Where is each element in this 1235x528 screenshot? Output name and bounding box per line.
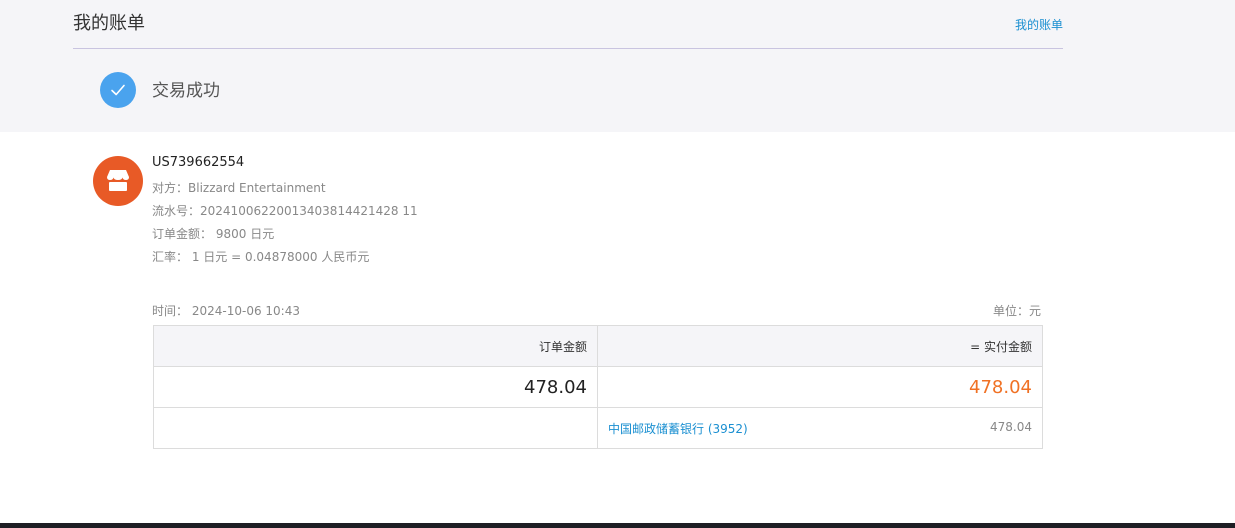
col-order-amount-header: 订单金额 bbox=[153, 325, 598, 367]
rate-value: 1 日元 = 0.04878000 人民币元 bbox=[191, 250, 370, 264]
order-amount-label: 订单金额： bbox=[152, 227, 213, 241]
bank-name-link[interactable]: 中国邮政储蓄银行 (3952) bbox=[608, 422, 748, 436]
order-amount-cell: 478.04 bbox=[153, 366, 598, 408]
page-title: 我的账单 bbox=[73, 13, 145, 34]
order-id: US739662554 bbox=[152, 155, 245, 170]
rate-line: 汇率： 1 日元 = 0.04878000 人民币元 bbox=[152, 249, 369, 265]
bill-table: 订单金额 = 实付金额 478.04 478.04 中国邮政储蓄银行 (3952… bbox=[153, 325, 1043, 449]
col-paid-amount-header: = 实付金额 bbox=[597, 325, 1043, 367]
my-bill-link[interactable]: 我的账单 bbox=[1015, 17, 1063, 33]
rate-label: 汇率： bbox=[152, 250, 189, 264]
counterparty-label: 对方： bbox=[152, 181, 189, 195]
time-line: 时间： 2024-10-06 10:43 bbox=[152, 303, 300, 319]
order-amount-line: 订单金额： 9800 日元 bbox=[152, 226, 274, 242]
bank-amount: 478.04 bbox=[990, 419, 1032, 434]
table-amount-row: 478.04 478.04 bbox=[153, 366, 1043, 408]
counterparty-value: Blizzard Entertainment bbox=[188, 181, 326, 195]
status-text: 交易成功 bbox=[152, 81, 220, 101]
store-icon bbox=[93, 156, 143, 206]
table-detail-row: 中国邮政储蓄银行 (3952) 478.04 bbox=[153, 407, 1043, 449]
serial-value: 20241006220013403814421428 11 bbox=[200, 204, 418, 218]
table-header-row: 订单金额 = 实付金额 bbox=[153, 325, 1043, 367]
paid-amount-cell: 478.04 bbox=[597, 366, 1043, 408]
bottom-bar bbox=[0, 523, 1235, 528]
bank-cell: 中国邮政储蓄银行 (3952) 478.04 bbox=[597, 407, 1043, 449]
counterparty-line: 对方：Blizzard Entertainment bbox=[152, 180, 326, 196]
unit-label: 单位：元 bbox=[993, 304, 1042, 318]
serial-line: 流水号：20241006220013403814421428 11 bbox=[152, 203, 418, 219]
order-amount-value: 9800 日元 bbox=[215, 227, 275, 241]
empty-cell bbox=[153, 407, 598, 449]
header: 我的账单 我的账单 bbox=[73, 0, 1063, 49]
serial-label: 流水号： bbox=[152, 204, 201, 218]
time-value: 2024-10-06 10:43 bbox=[191, 304, 300, 318]
check-icon bbox=[100, 72, 136, 108]
time-label: 时间： bbox=[152, 304, 189, 318]
